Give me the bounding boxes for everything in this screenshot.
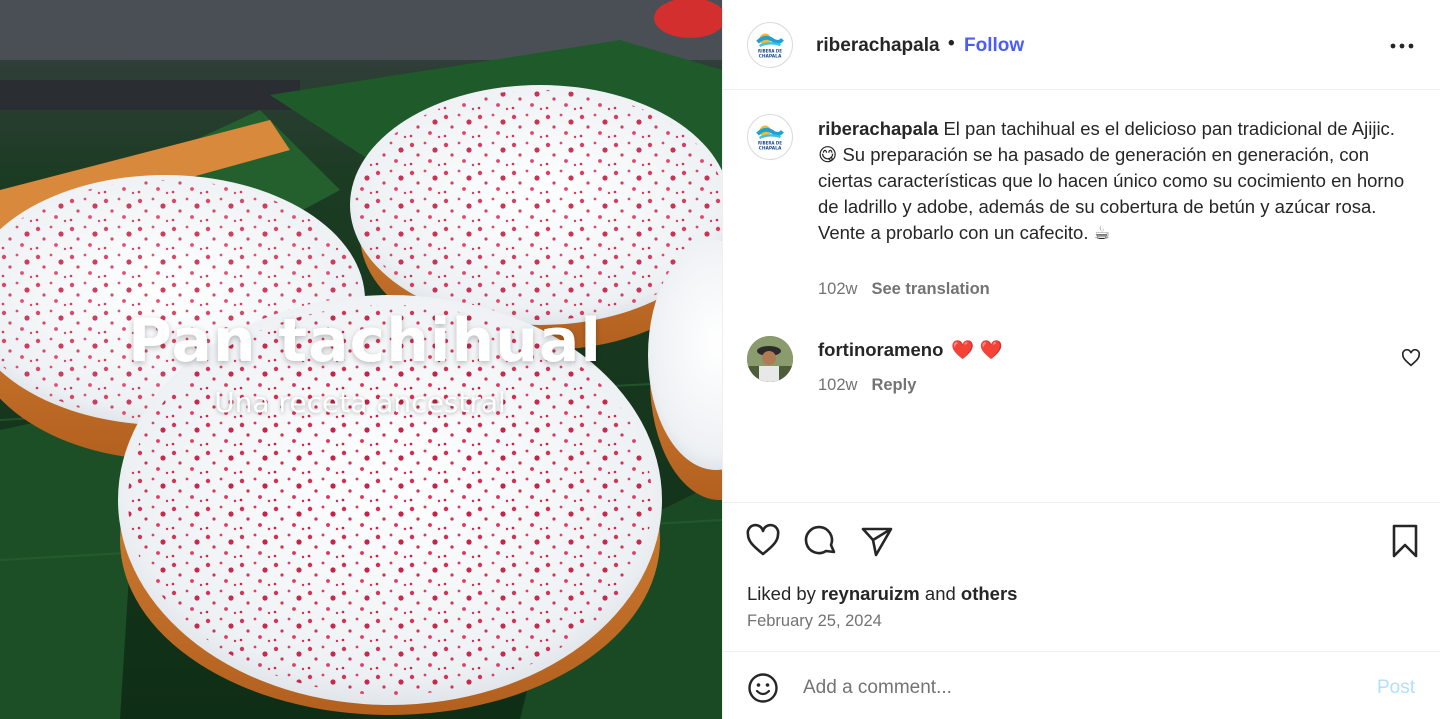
image-overlay-title: Pan tachihual (128, 306, 602, 376)
likes-middle: and (924, 583, 956, 604)
send-icon[interactable] (859, 523, 895, 559)
header-username[interactable]: riberachapala (816, 35, 940, 57)
likes-prefix: Liked by (747, 583, 816, 604)
caption-avatar[interactable]: RIBERA DE CHAPALA (747, 114, 793, 160)
likes-others-link[interactable]: others (961, 583, 1018, 604)
liker-username[interactable]: reynaruizm (821, 583, 920, 604)
commenter-avatar[interactable] (747, 336, 793, 382)
comment-icon[interactable] (803, 523, 839, 559)
post-date[interactable]: February 25, 2024 (747, 612, 882, 631)
profile-photo-icon (747, 336, 793, 382)
comment-text: ❤️ ❤️ (951, 339, 1003, 360)
caption-username[interactable]: riberachapala (818, 118, 938, 139)
comment-meta: 102w Reply (818, 376, 916, 395)
svg-text:CHAPALA: CHAPALA (759, 53, 782, 59)
add-comment-bar: Post (723, 652, 1440, 719)
ribera-chapala-logo-icon: RIBERA DE CHAPALA (756, 33, 784, 59)
bookmark-icon[interactable] (1387, 523, 1423, 559)
reply-button[interactable]: Reply (871, 376, 916, 394)
svg-text:RIBERA DE: RIBERA DE (758, 49, 782, 54)
more-horizontal-icon[interactable] (1389, 36, 1415, 56)
coffee-emoji-icon: ☕ (1093, 222, 1111, 243)
account-avatar[interactable]: RIBERA DE CHAPALA (747, 22, 793, 68)
see-translation-button[interactable]: See translation (871, 280, 989, 298)
caption-time[interactable]: 102w (818, 280, 857, 298)
emoji-icon[interactable] (747, 672, 779, 704)
ribera-chapala-logo-icon: RIBERA DE CHAPALA (756, 125, 784, 151)
post-actions: Liked by reynaruizm and others February … (723, 502, 1440, 652)
follow-button[interactable]: Follow (964, 35, 1024, 57)
post-header: RIBERA DE CHAPALA riberachapala • Follow (723, 0, 1440, 90)
post-image[interactable]: Pan tachihual Una receta ancestral (0, 0, 722, 719)
yum-emoji-icon: 😋 (818, 144, 838, 165)
heart-icon[interactable] (745, 523, 781, 559)
post-caption: riberachapala El pan tachihual es el del… (818, 116, 1408, 246)
svg-text:RIBERA DE: RIBERA DE (758, 141, 782, 146)
image-overlay-subtitle: Una receta ancestral (214, 386, 506, 419)
caption-text-2: Su preparación se ha pasado de generació… (818, 144, 1405, 243)
separator-dot: • (948, 33, 955, 54)
caption-text-1: El pan tachihual es el delicioso pan tra… (943, 118, 1395, 139)
post-comment-button[interactable]: Post (1377, 677, 1415, 699)
comment-body: fortinorameno ❤️ ❤️ (818, 339, 1003, 361)
like-comment-heart-icon[interactable] (1401, 349, 1421, 367)
instagram-post: Pan tachihual Una receta ancestral RIBER… (0, 0, 1440, 719)
comment-input[interactable] (803, 674, 1343, 702)
likes-summary: Liked by reynaruizm and others (747, 583, 1017, 605)
caption-meta: 102w See translation (818, 280, 990, 299)
post-details-panel: RIBERA DE CHAPALA riberachapala • Follow (722, 0, 1440, 719)
comment-time[interactable]: 102w (818, 376, 857, 394)
svg-text:CHAPALA: CHAPALA (759, 145, 782, 151)
comments-section: RIBERA DE CHAPALA riberachapala El pan t… (723, 91, 1440, 501)
commenter-username[interactable]: fortinorameno (818, 339, 943, 360)
